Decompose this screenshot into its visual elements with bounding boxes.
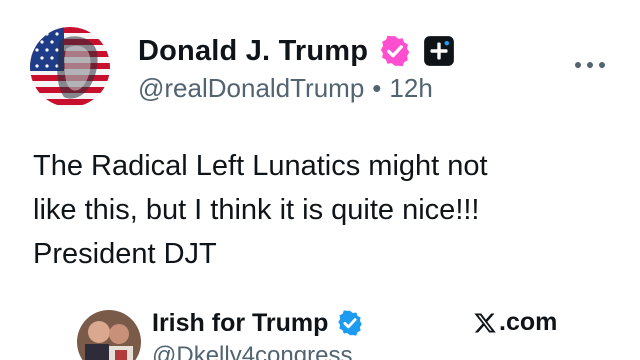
quote-handle[interactable]: @Dkelly4congress [152,342,352,360]
meta-separator: • [372,73,382,103]
post-text-line: President DJT [33,238,217,270]
quote-source: .com [473,308,557,337]
author-avatar[interactable] [30,27,110,107]
plus-badge-icon[interactable] [422,34,456,68]
post-text-line: like this, but I think it is quite nice!… [33,194,480,226]
more-dots-icon [575,62,605,68]
quote-source-text: .com [499,308,558,336]
post-card[interactable]: Donald J. Trump @realDonaldTrump • 12h T… [0,0,640,360]
quote-author-avatar[interactable] [77,310,141,360]
x-logo-icon [474,313,496,332]
photo-avatar-icon [77,310,141,360]
post-timestamp[interactable]: 12h [389,73,432,104]
quote-name-row: Irish for Trump [152,307,364,339]
verified-badge-icon [338,310,363,336]
post-text-line: The Radical Left Lunatics might not [33,150,488,182]
verified-badge-icon [381,35,410,67]
author-handle[interactable]: @realDonaldTrump [138,73,364,104]
author-name-row: Donald J. Trump [138,30,456,72]
more-options-button[interactable] [570,50,610,80]
post-text: The Radical Left Lunatics might not like… [33,144,603,276]
author-display-name[interactable]: Donald J. Trump [138,35,368,68]
flag-portrait-avatar-icon [30,27,110,107]
author-meta-row: @realDonaldTrump • 12h [138,73,433,104]
quote-display-name[interactable]: Irish for Trump [152,309,328,338]
